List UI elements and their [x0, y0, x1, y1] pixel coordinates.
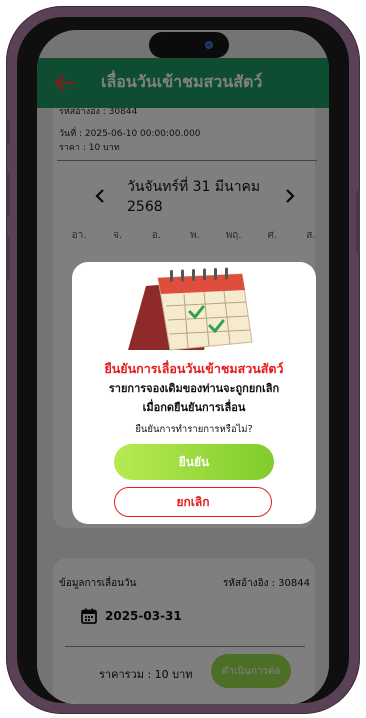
side-button-action [6, 120, 10, 144]
confirm-button[interactable]: ยืนยัน [114, 444, 274, 480]
page-title: เลื่อนวันเข้าชมสวนสัตว์ [101, 72, 263, 91]
dialog-message-line-1: รายการจองเดิมของท่านจะถูกยกเลิก [108, 382, 280, 395]
calendar-illustration [128, 267, 253, 351]
dialog-title: ยืนยันการเลื่อนวันเข้าชมสวนสัตว์ [104, 361, 284, 376]
side-button-volume-down [6, 236, 10, 280]
side-button-volume-up [6, 172, 10, 216]
dialog-message-line-2: เมื่อกดยืนยันการเลื่อน [142, 401, 246, 414]
app-screen: รหัสอ้างอิง : 30844 วันที่ : 2025-06-10 … [37, 30, 329, 704]
camera-icon [205, 41, 213, 49]
side-button-power [356, 190, 360, 254]
arrow-left-icon[interactable] [53, 72, 75, 94]
app-header: เลื่อนวันเข้าชมสวนสัตว์ [37, 58, 329, 108]
dialog-question: ยืนยันการทำรายการหรือไม่? [135, 424, 253, 435]
dynamic-island [149, 32, 229, 58]
confirm-dialog: ยืนยันการเลื่อนวันเข้าชมสวนสัตว์ รายการจ… [72, 262, 316, 524]
cancel-button[interactable]: ยกเลิก [114, 487, 272, 517]
